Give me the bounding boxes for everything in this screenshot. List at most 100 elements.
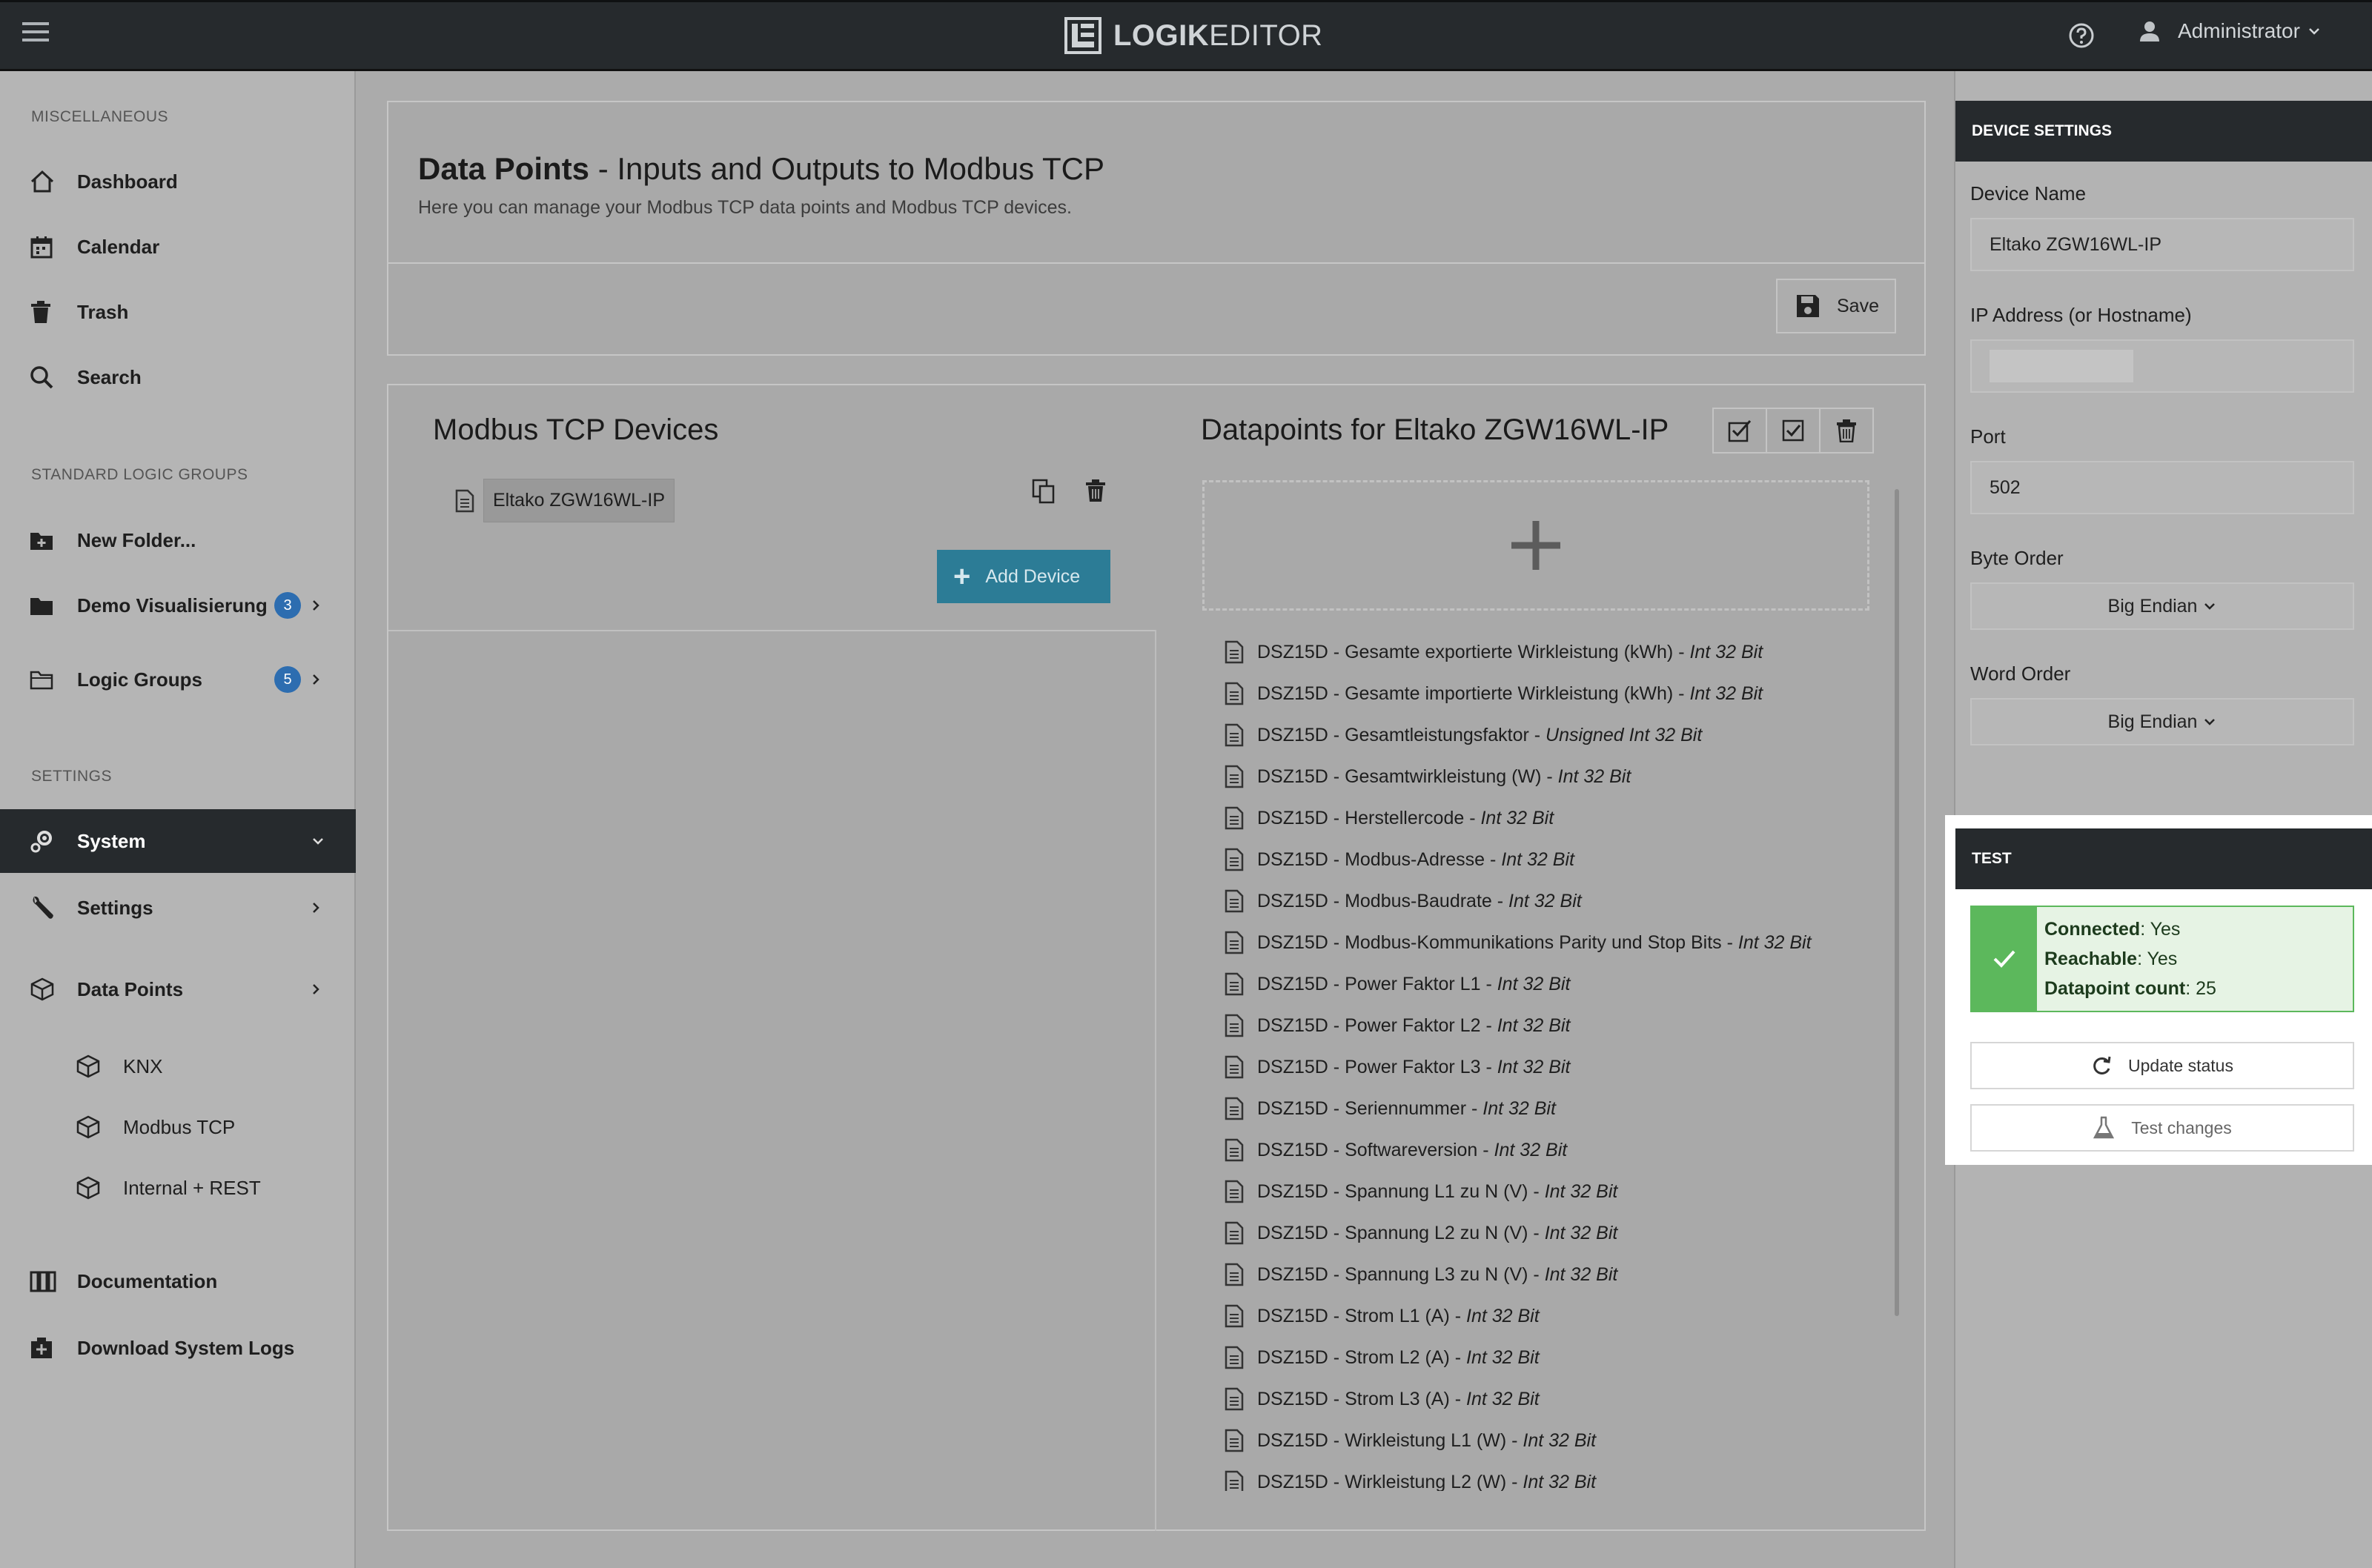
datapoint-name: DSZ15D - Gesamte importierte Wirkleistun… [1257, 682, 1674, 704]
word-order-select[interactable]: Big Endian [1970, 698, 2354, 745]
copy-device-icon[interactable] [1032, 479, 1056, 504]
select-button[interactable] [1766, 408, 1821, 454]
user-name: Administrator [2178, 19, 2300, 42]
chevron-down-icon [2204, 719, 2216, 725]
wrench-icon [33, 896, 53, 919]
select-all-button[interactable] [1712, 408, 1767, 454]
byte-order-select[interactable]: Big Endian [1970, 582, 2354, 630]
datapoint-list-item[interactable]: DSZ15D - Power Faktor L2 - Int 32 Bit [1225, 1005, 1892, 1046]
sidebar-item-settings[interactable]: Settings [0, 878, 356, 937]
delete-selected-button[interactable] [1819, 408, 1874, 454]
update-status-button[interactable]: Update status [1970, 1042, 2354, 1089]
datapoint-separator: - [1528, 1263, 1545, 1285]
datapoint-list-item[interactable]: DSZ15D - Wirkleistung L2 (W) - Int 32 Bi… [1225, 1461, 1892, 1491]
file-icon [1225, 1055, 1244, 1079]
sidebar-item-demo-visualisierung[interactable]: Demo Visualisierung 3 [0, 576, 356, 635]
file-icon [1225, 972, 1244, 996]
file-icon [1225, 1097, 1244, 1120]
datapoint-separator: - [1528, 724, 1546, 745]
sidebar-item-calendar[interactable]: Calendar [0, 217, 356, 276]
folder-plus-icon [30, 533, 53, 550]
app-logo: LOGIKEDITOR [1064, 16, 1323, 55]
datapoint-type: Int 32 Bit [1544, 1180, 1618, 1202]
datapoint-name: DSZ15D - Spannung L1 zu N (V) [1257, 1180, 1528, 1202]
sidebar-item-logic-groups[interactable]: Logic Groups 5 [0, 650, 356, 709]
datapoint-list-item[interactable]: DSZ15D - Strom L1 (A) - Int 32 Bit [1225, 1295, 1892, 1337]
datapoint-list-item[interactable]: DSZ15D - Seriennummer - Int 32 Bit [1225, 1088, 1892, 1129]
sidebar-subitem-internal-rest[interactable]: Internal + REST [0, 1158, 356, 1217]
refresh-icon [2093, 1056, 2111, 1074]
port-field[interactable]: 502 [1970, 461, 2354, 514]
help-icon[interactable] [2068, 22, 2095, 49]
datapoint-list-item[interactable]: DSZ15D - Spannung L1 zu N (V) - Int 32 B… [1225, 1171, 1892, 1212]
datapoint-list-item[interactable]: DSZ15D - Herstellercode - Int 32 Bit [1225, 797, 1892, 839]
file-icon [1225, 1221, 1244, 1245]
sidebar-item-dashboard[interactable]: Dashboard [0, 152, 356, 211]
device-list-item[interactable]: Eltako ZGW16WL-IP [455, 479, 675, 522]
trash-icon [31, 301, 50, 323]
hamburger-menu-icon[interactable] [22, 22, 49, 47]
save-button[interactable]: Save [1776, 279, 1896, 333]
sidebar-item-documentation[interactable]: Documentation [0, 1252, 356, 1311]
datapoint-list-item[interactable]: DSZ15D - Softwareversion - Int 32 Bit [1225, 1129, 1892, 1171]
home-icon [30, 170, 54, 193]
sidebar-item-system[interactable]: System [0, 809, 356, 873]
datapoint-list-item[interactable]: DSZ15D - Modbus-Adresse - Int 32 Bit [1225, 839, 1892, 880]
datapoint-list-item[interactable]: DSZ15D - Gesamte importierte Wirkleistun… [1225, 673, 1892, 714]
sidebar-item-label: Documentation [77, 1269, 218, 1292]
user-menu[interactable]: Administrator [2138, 19, 2321, 43]
sidebar-subitem-knx[interactable]: KNX [0, 1037, 356, 1096]
datapoint-list-item[interactable]: DSZ15D - Spannung L2 zu N (V) - Int 32 B… [1225, 1212, 1892, 1254]
test-changes-button[interactable]: Test changes [1970, 1104, 2354, 1152]
sidebar-subitem-modbus-tcp[interactable]: Modbus TCP [0, 1097, 356, 1157]
sidebar-item-label: Demo Visualisierung [77, 594, 268, 617]
sidebar-item-new-folder[interactable]: New Folder... [0, 511, 356, 570]
sidebar-item-search[interactable]: Search [0, 348, 356, 407]
add-datapoint-dropzone[interactable] [1202, 480, 1869, 611]
datapoint-list-item[interactable]: DSZ15D - Power Faktor L3 - Int 32 Bit [1225, 1046, 1892, 1088]
sidebar-item-data-points[interactable]: Data Points [0, 960, 356, 1019]
add-device-button[interactable]: + Add Device [937, 550, 1110, 603]
datapoint-list-item[interactable]: DSZ15D - Modbus-Kommunikations Parity un… [1225, 922, 1892, 963]
datapoint-separator: - [1449, 1346, 1466, 1368]
datapoint-list-item[interactable]: DSZ15D - Power Faktor L1 - Int 32 Bit [1225, 963, 1892, 1005]
sidebar-item-download-logs[interactable]: Download System Logs [0, 1318, 356, 1378]
datapoint-list-item[interactable]: DSZ15D - Modbus-Baudrate - Int 32 Bit [1225, 880, 1892, 922]
cube-icon [76, 1115, 100, 1139]
sidebar-item-label: New Folder... [77, 528, 196, 551]
checkbox-icon [1782, 419, 1804, 442]
datapoint-type: Int 32 Bit [1466, 1388, 1540, 1409]
delete-device-icon[interactable] [1085, 479, 1106, 502]
datapoint-list-item[interactable]: DSZ15D - Spannung L3 zu N (V) - Int 32 B… [1225, 1254, 1892, 1295]
file-icon [1225, 1304, 1244, 1328]
datapoint-list-item[interactable]: DSZ15D - Gesamte exportierte Wirkleistun… [1225, 631, 1892, 673]
datapoint-list-item[interactable]: DSZ15D - Strom L3 (A) - Int 32 Bit [1225, 1378, 1892, 1420]
datapoint-name: DSZ15D - Softwareversion [1257, 1139, 1478, 1160]
update-status-label: Update status [2128, 1055, 2233, 1075]
ip-address-field[interactable] [1970, 339, 2354, 393]
sidebar-subitem-label: KNX [123, 1054, 163, 1077]
datapoint-toolbar [1712, 408, 1874, 454]
logo-mark-icon [1064, 17, 1101, 54]
datapoint-type: Int 32 Bit [1501, 848, 1574, 870]
scrollbar[interactable] [1895, 489, 1899, 1316]
device-name-field[interactable]: Eltako ZGW16WL-IP [1970, 218, 2354, 271]
datapoint-list-item[interactable]: DSZ15D - Strom L2 (A) - Int 32 Bit [1225, 1337, 1892, 1378]
gears-icon [30, 831, 52, 853]
datapoint-list: DSZ15D - Gesamte exportierte Wirkleistun… [1225, 631, 1892, 1491]
datapoint-list-item[interactable]: DSZ15D - Gesamtwirkleistung (W) - Int 32… [1225, 756, 1892, 797]
sidebar-item-label: Calendar [77, 235, 160, 258]
connection-status-card: Connected: Yes Reachable: Yes Datapoint … [1970, 906, 2354, 1012]
datapoint-name: DSZ15D - Modbus-Adresse [1257, 848, 1485, 870]
divider [388, 630, 1155, 631]
sidebar-item-trash[interactable]: Trash [0, 282, 356, 342]
cube-icon [76, 1054, 100, 1078]
device-name[interactable]: Eltako ZGW16WL-IP [483, 479, 675, 522]
cube-icon [30, 977, 54, 1001]
chevron-down-icon [2204, 603, 2216, 610]
datapoint-list-item[interactable]: DSZ15D - Gesamtleistungsfaktor - Unsigne… [1225, 714, 1892, 756]
datapoint-list-item[interactable]: DSZ15D - Wirkleistung L1 (W) - Int 32 Bi… [1225, 1420, 1892, 1461]
file-icon [1225, 1180, 1244, 1203]
datapoint-separator: - [1673, 682, 1690, 704]
datapoint-name: DSZ15D - Modbus-Kommunikations Parity un… [1257, 931, 1722, 953]
